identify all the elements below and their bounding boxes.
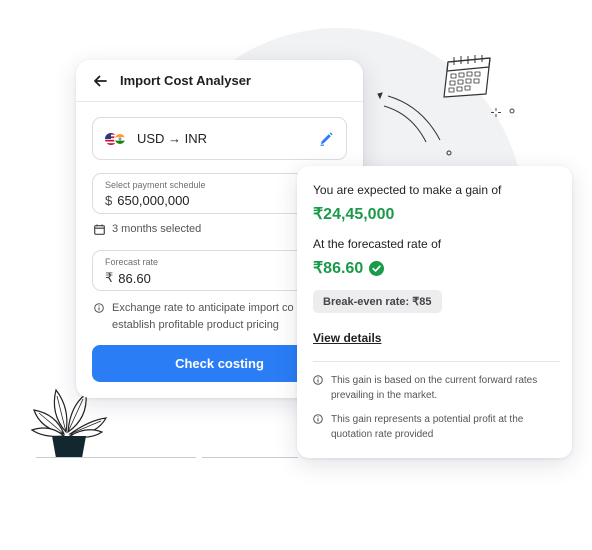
forecasted-rate: ₹86.60 bbox=[313, 258, 385, 278]
dollar-symbol: $ bbox=[105, 193, 113, 208]
rupee-symbol: ₹ bbox=[105, 270, 114, 285]
amount-value: 650,000,000 bbox=[117, 193, 190, 208]
sparkle-decoration bbox=[491, 108, 515, 117]
check-circle-icon bbox=[369, 260, 385, 276]
gain-amount-value: ₹24,45,000 bbox=[313, 206, 395, 223]
footnote-text: This gain is based on the current forwar… bbox=[331, 375, 538, 401]
currency-pair-label: USD → INR bbox=[137, 131, 208, 146]
months-selected-text: 3 months selected bbox=[112, 223, 202, 235]
currency-pair-selector[interactable]: USD → INR bbox=[92, 117, 347, 160]
back-arrow-icon[interactable] bbox=[92, 73, 108, 89]
gain-result-card: You are expected to make a gain of ₹24,4… bbox=[297, 166, 572, 458]
note-text-line2: establish profitable product pricing bbox=[112, 319, 279, 331]
ground-line bbox=[36, 457, 196, 458]
footnote: This gain represents a potential profit … bbox=[313, 412, 560, 442]
arc-lines-decoration bbox=[377, 92, 452, 156]
footnote: This gain is based on the current forwar… bbox=[313, 373, 560, 403]
india-flag-icon bbox=[114, 132, 126, 145]
info-icon bbox=[313, 375, 323, 385]
currency-flags bbox=[105, 132, 129, 145]
card-header: Import Cost Analyser bbox=[76, 60, 363, 102]
note-text-line1: Exchange rate to anticipate import co bbox=[112, 302, 294, 314]
gain-intro-text: You are expected to make a gain of bbox=[313, 183, 502, 197]
forecasted-rate-value: ₹86.60 bbox=[313, 260, 364, 277]
gain-amount: ₹24,45,000 bbox=[313, 204, 394, 224]
rate-intro-text: At the forecasted rate of bbox=[313, 237, 442, 251]
info-icon bbox=[94, 303, 104, 313]
months-selected: 3 months selected bbox=[94, 223, 201, 235]
divider bbox=[313, 361, 560, 362]
break-even-badge: Break-even rate: ₹85 bbox=[313, 290, 442, 313]
edit-pencil-icon[interactable] bbox=[318, 131, 334, 147]
calendar-icon bbox=[94, 224, 105, 235]
ground-line-right bbox=[202, 457, 298, 458]
rate-value: 86.60 bbox=[118, 270, 151, 286]
page-title: Import Cost Analyser bbox=[120, 73, 251, 88]
footnote-text: This gain represents a potential profit … bbox=[331, 414, 524, 440]
view-details-link[interactable]: View details bbox=[313, 331, 381, 345]
info-icon bbox=[313, 414, 323, 424]
